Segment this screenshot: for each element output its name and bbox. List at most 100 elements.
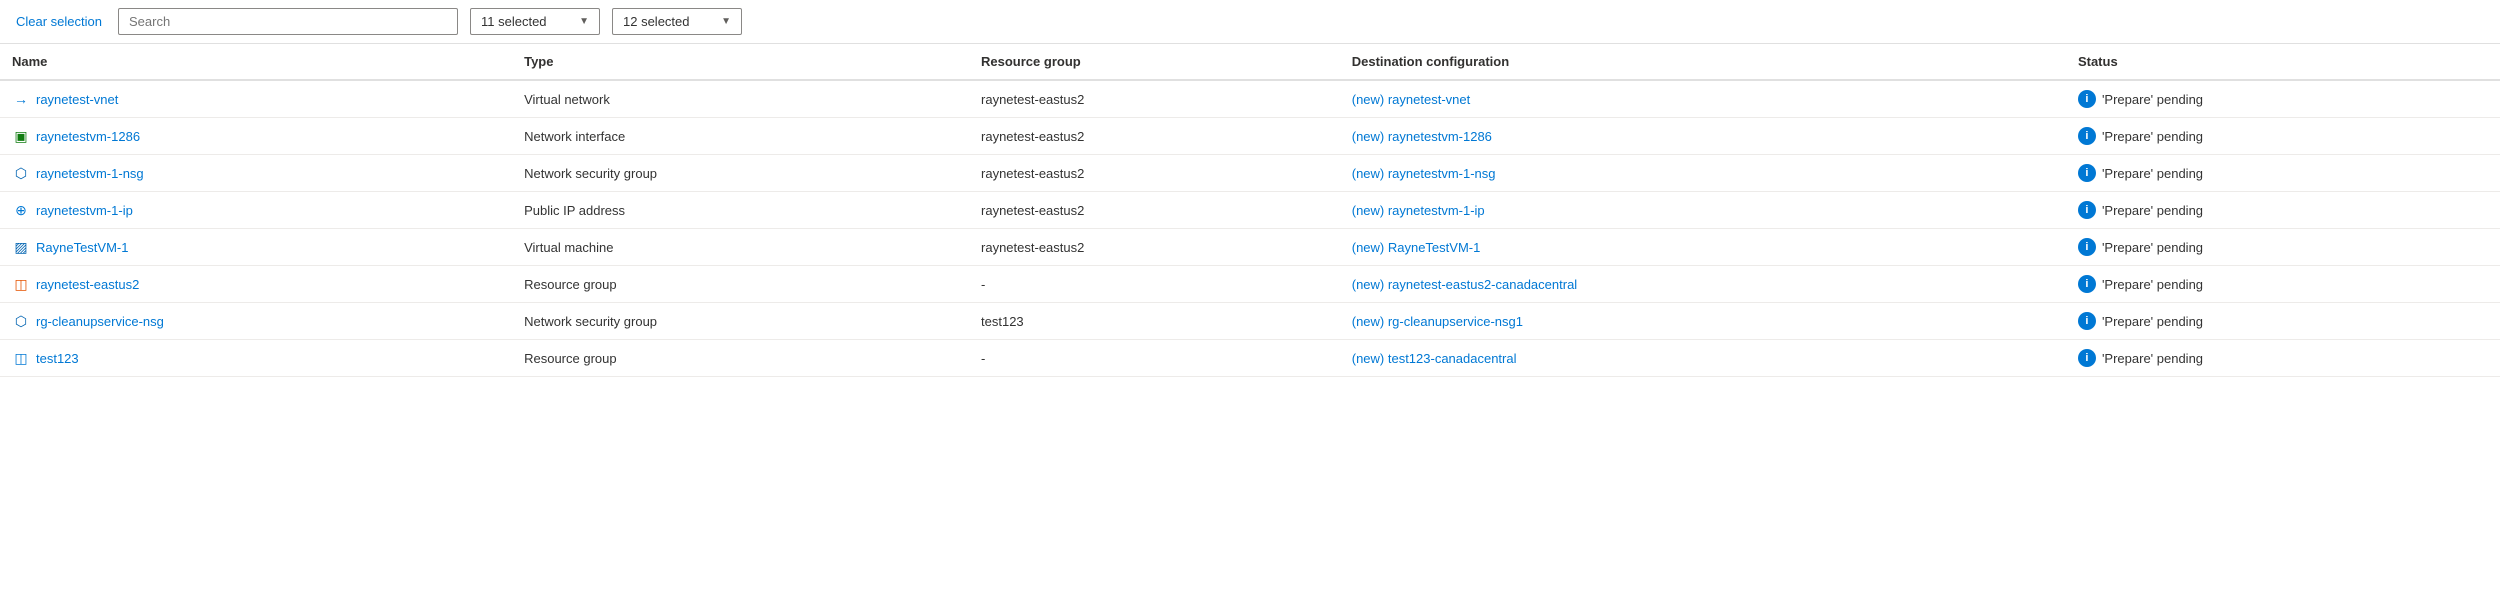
chevron-down-icon: ▼ (721, 16, 731, 27)
resources-table-container: Name Type Resource group Destination con… (0, 44, 2500, 377)
status-text: 'Prepare' pending (2102, 240, 2203, 255)
resource-name-text: raynetestvm-1286 (36, 129, 140, 144)
filter2-dropdown[interactable]: 12 selected ▼ (612, 8, 742, 35)
col-header-resource-group[interactable]: Resource group (969, 44, 1340, 80)
resources-table: Name Type Resource group Destination con… (0, 44, 2500, 377)
cell-resource-group: - (969, 340, 1340, 377)
toolbar: Clear selection 11 selected ▼ 12 selecte… (0, 0, 2500, 44)
col-header-destination[interactable]: Destination configuration (1340, 44, 2066, 80)
cell-type: Resource group (512, 266, 969, 303)
cell-destination: (new) raynetestvm-1-ip (1340, 192, 2066, 229)
cell-resource-group: - (969, 266, 1340, 303)
resource-name-text: rg-cleanupservice-nsg (36, 314, 164, 329)
table-row: ◫ test123 Resource group - (new) test123… (0, 340, 2500, 377)
info-icon[interactable]: i (2078, 201, 2096, 219)
status-text: 'Prepare' pending (2102, 314, 2203, 329)
cell-name: ⬡ raynetestvm-1-nsg (0, 155, 512, 192)
destination-config-link[interactable]: (new) raynetestvm-1286 (1352, 129, 1492, 144)
cell-status: i 'Prepare' pending (2066, 340, 2500, 377)
cell-type: Network security group (512, 155, 969, 192)
resource-type-icon: → (12, 90, 30, 108)
destination-config-link[interactable]: (new) rg-cleanupservice-nsg1 (1352, 314, 1523, 329)
cell-name: ⊕ raynetestvm-1-ip (0, 192, 512, 229)
destination-config-link[interactable]: (new) raynetest-eastus2-canadacentral (1352, 277, 1577, 292)
info-icon[interactable]: i (2078, 127, 2096, 145)
cell-type: Public IP address (512, 192, 969, 229)
cell-name: → raynetest-vnet (0, 80, 512, 118)
cell-destination: (new) rg-cleanupservice-nsg1 (1340, 303, 2066, 340)
table-row: ◫ raynetest-eastus2 Resource group - (ne… (0, 266, 2500, 303)
status-text: 'Prepare' pending (2102, 203, 2203, 218)
resource-name-link[interactable]: ▣ raynetestvm-1286 (12, 127, 500, 145)
cell-status: i 'Prepare' pending (2066, 266, 2500, 303)
table-row: → raynetest-vnet Virtual network raynete… (0, 80, 2500, 118)
cell-name: ▣ raynetestvm-1286 (0, 118, 512, 155)
col-header-status[interactable]: Status (2066, 44, 2500, 80)
destination-config-link[interactable]: (new) test123-canadacentral (1352, 351, 1517, 366)
info-icon[interactable]: i (2078, 90, 2096, 108)
cell-resource-group: test123 (969, 303, 1340, 340)
cell-destination: (new) raynetestvm-1286 (1340, 118, 2066, 155)
status-text: 'Prepare' pending (2102, 351, 2203, 366)
resource-name-text: raynetestvm-1-ip (36, 203, 133, 218)
resource-name-link[interactable]: → raynetest-vnet (12, 90, 500, 108)
resource-type-icon: ⬡ (12, 312, 30, 330)
col-header-type[interactable]: Type (512, 44, 969, 80)
info-icon[interactable]: i (2078, 238, 2096, 256)
destination-config-link[interactable]: (new) RayneTestVM-1 (1352, 240, 1481, 255)
cell-resource-group: raynetest-eastus2 (969, 229, 1340, 266)
resource-name-text: RayneTestVM-1 (36, 240, 128, 255)
destination-config-link[interactable]: (new) raynetest-vnet (1352, 92, 1471, 107)
info-icon[interactable]: i (2078, 312, 2096, 330)
cell-type: Network interface (512, 118, 969, 155)
resource-type-icon: ◫ (12, 349, 30, 367)
resource-name-text: raynetest-vnet (36, 92, 118, 107)
table-row: ⬡ raynetestvm-1-nsg Network security gro… (0, 155, 2500, 192)
resource-name-link[interactable]: ◫ raynetest-eastus2 (12, 275, 500, 293)
cell-destination: (new) raynetest-vnet (1340, 80, 2066, 118)
table-body: → raynetest-vnet Virtual network raynete… (0, 80, 2500, 377)
table-row: ▨ RayneTestVM-1 Virtual machine raynetes… (0, 229, 2500, 266)
cell-resource-group: raynetest-eastus2 (969, 192, 1340, 229)
filter1-label: 11 selected (481, 14, 547, 29)
resource-type-icon: ◫ (12, 275, 30, 293)
clear-selection-button[interactable]: Clear selection (12, 10, 106, 33)
table-row: ⊕ raynetestvm-1-ip Public IP address ray… (0, 192, 2500, 229)
resource-name-link[interactable]: ⊕ raynetestvm-1-ip (12, 201, 500, 219)
col-header-name[interactable]: Name (0, 44, 512, 80)
cell-name: ⬡ rg-cleanupservice-nsg (0, 303, 512, 340)
cell-type: Network security group (512, 303, 969, 340)
cell-status: i 'Prepare' pending (2066, 118, 2500, 155)
cell-status: i 'Prepare' pending (2066, 80, 2500, 118)
resource-name-link[interactable]: ⬡ rg-cleanupservice-nsg (12, 312, 500, 330)
cell-type: Resource group (512, 340, 969, 377)
destination-config-link[interactable]: (new) raynetestvm-1-nsg (1352, 166, 1496, 181)
resource-name-link[interactable]: ⬡ raynetestvm-1-nsg (12, 164, 500, 182)
search-input[interactable] (118, 8, 458, 35)
filter1-dropdown[interactable]: 11 selected ▼ (470, 8, 600, 35)
resource-type-icon: ⊕ (12, 201, 30, 219)
cell-status: i 'Prepare' pending (2066, 192, 2500, 229)
cell-resource-group: raynetest-eastus2 (969, 118, 1340, 155)
info-icon[interactable]: i (2078, 349, 2096, 367)
cell-destination: (new) RayneTestVM-1 (1340, 229, 2066, 266)
cell-status: i 'Prepare' pending (2066, 155, 2500, 192)
resource-name-link[interactable]: ▨ RayneTestVM-1 (12, 238, 500, 256)
cell-name: ◫ raynetest-eastus2 (0, 266, 512, 303)
cell-destination: (new) test123-canadacentral (1340, 340, 2066, 377)
filter2-label: 12 selected (623, 14, 690, 29)
cell-name: ◫ test123 (0, 340, 512, 377)
resource-type-icon: ▣ (12, 127, 30, 145)
resource-type-icon: ▨ (12, 238, 30, 256)
cell-name: ▨ RayneTestVM-1 (0, 229, 512, 266)
destination-config-link[interactable]: (new) raynetestvm-1-ip (1352, 203, 1485, 218)
table-header: Name Type Resource group Destination con… (0, 44, 2500, 80)
resource-name-link[interactable]: ◫ test123 (12, 349, 500, 367)
status-text: 'Prepare' pending (2102, 277, 2203, 292)
cell-destination: (new) raynetest-eastus2-canadacentral (1340, 266, 2066, 303)
status-text: 'Prepare' pending (2102, 129, 2203, 144)
status-text: 'Prepare' pending (2102, 166, 2203, 181)
info-icon[interactable]: i (2078, 164, 2096, 182)
table-row: ⬡ rg-cleanupservice-nsg Network security… (0, 303, 2500, 340)
info-icon[interactable]: i (2078, 275, 2096, 293)
